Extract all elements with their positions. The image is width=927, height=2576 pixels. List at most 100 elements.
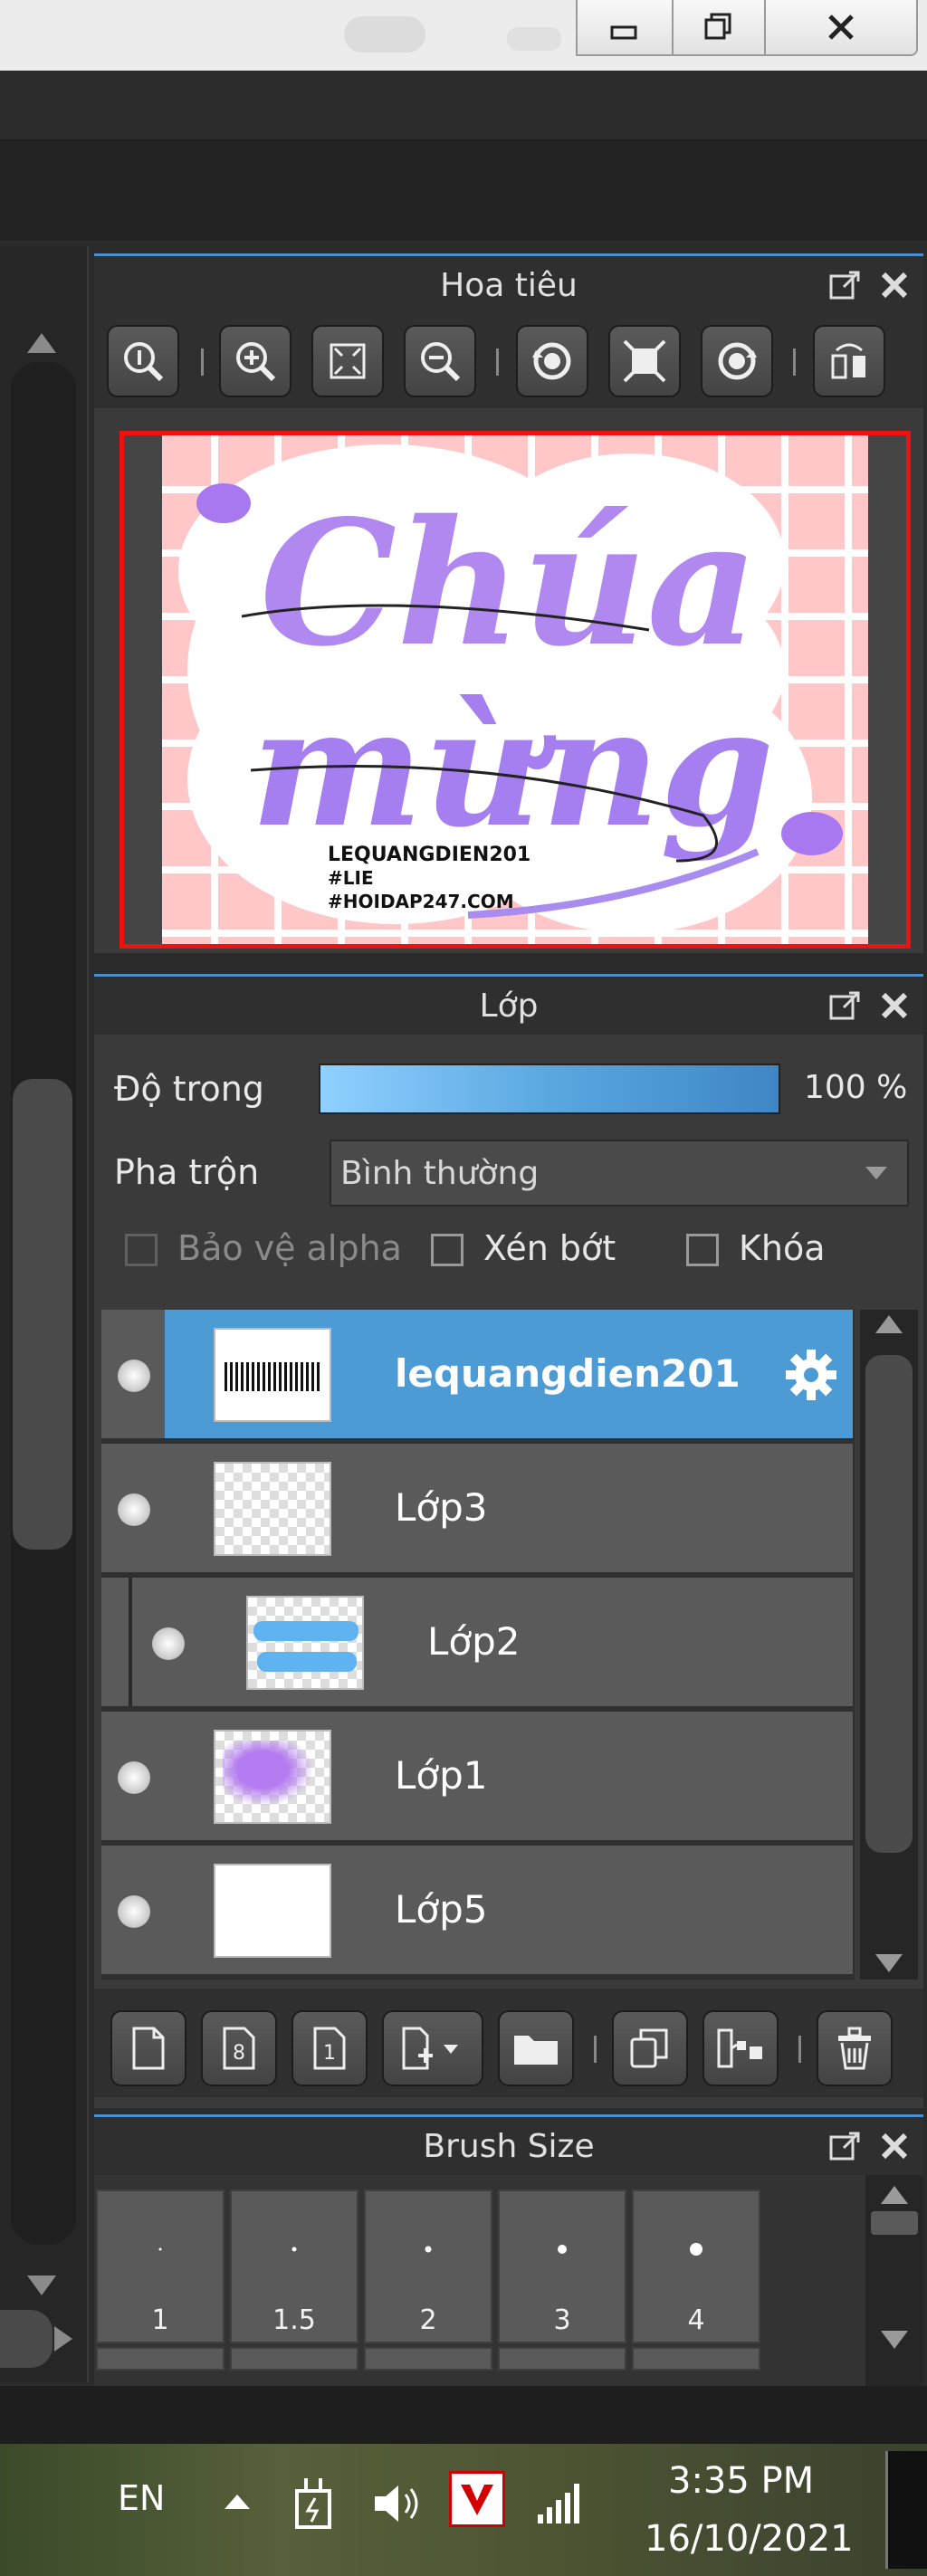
new-8bit-layer-button[interactable]: 8 <box>201 2010 277 2086</box>
clipping-checkbox[interactable] <box>431 1234 464 1266</box>
merge-down-icon <box>717 2028 762 2068</box>
layer-thumbnail <box>214 1864 331 1958</box>
show-desktop-button[interactable] <box>885 2451 927 2569</box>
scroll-right-icon[interactable] <box>54 2326 72 2352</box>
delete-icon <box>838 2027 871 2070</box>
lock-checkbox[interactable] <box>686 1234 719 1266</box>
power-plug-icon[interactable] <box>288 2475 339 2533</box>
merge-down-button[interactable] <box>702 2010 779 2086</box>
layer-scrollbar[interactable] <box>860 1310 918 1980</box>
scroll-down-icon[interactable] <box>875 1954 903 1972</box>
close-panel-icon[interactable] <box>876 987 913 1024</box>
horizontal-scroll-thumb[interactable] <box>0 2310 53 2368</box>
layer-row[interactable]: Lớp1 <box>101 1712 853 1844</box>
zoom-in-button[interactable] <box>219 325 291 397</box>
layer-row[interactable]: Lớp2 <box>101 1578 853 1710</box>
signature-thumb <box>225 1362 322 1391</box>
brush-scrollbar[interactable] <box>865 2175 923 2389</box>
new-folder-icon <box>514 2036 558 2065</box>
duplicate-icon <box>630 2028 668 2068</box>
separator <box>798 2036 801 2063</box>
close-button[interactable] <box>764 0 918 56</box>
volume-icon[interactable] <box>369 2476 427 2531</box>
canvas-preview[interactable]: Chúa mừng LEQUANGDIEN201 #LIE #HOIDAP247… <box>119 431 911 949</box>
blend-label: Pha trộn <box>114 1152 260 1192</box>
brush-size-cell[interactable] <box>96 2347 225 2371</box>
popout-icon[interactable] <box>827 987 864 1024</box>
duplicate-button[interactable] <box>612 2010 688 2086</box>
layer-name: Lớp2 <box>427 1619 521 1664</box>
popout-icon[interactable] <box>827 2128 864 2164</box>
popout-icon[interactable] <box>827 267 864 303</box>
layer-thumbnail <box>214 1328 331 1422</box>
scroll-up-icon[interactable] <box>27 333 56 353</box>
rotate-right-button[interactable] <box>701 325 773 397</box>
new-folder-button[interactable] <box>498 2010 574 2086</box>
brush-size-cell[interactable] <box>498 2347 626 2371</box>
layer-name: lequangdien201 <box>395 1351 741 1396</box>
brush-size-cell[interactable]: 4 <box>632 2190 760 2343</box>
opacity-label: Độ trong <box>114 1069 264 1109</box>
close-panel-icon[interactable] <box>876 2128 913 2164</box>
layer-row[interactable]: Lớp3 <box>101 1444 853 1576</box>
scroll-up-icon[interactable] <box>875 1315 903 1333</box>
restore-icon <box>704 13 731 40</box>
art-title-line1: Chúa <box>260 482 759 684</box>
flip-icon <box>831 343 865 379</box>
blend-mode-value: Bình thường <box>340 1154 540 1192</box>
show-hidden-icon[interactable] <box>225 2495 250 2509</box>
opacity-slider[interactable] <box>319 1064 780 1114</box>
scroll-down-icon[interactable] <box>27 2275 56 2295</box>
blend-mode-select[interactable]: Bình thường <box>330 1140 909 1207</box>
new-1bit-layer-button[interactable]: 1 <box>291 2010 368 2086</box>
close-panel-icon[interactable] <box>876 267 913 303</box>
layer-row[interactable]: lequangdien201 <box>101 1310 853 1442</box>
flip-button[interactable] <box>813 325 885 397</box>
new-layer-button[interactable] <box>110 2010 186 2086</box>
brush-size-cell[interactable]: 3 <box>498 2190 626 2343</box>
brush-size-cell[interactable]: 1 <box>96 2190 225 2343</box>
gear-icon[interactable] <box>782 1346 840 1404</box>
clock-time[interactable]: 3:35 PM <box>668 2460 814 2502</box>
scroll-up-icon[interactable] <box>881 2186 908 2204</box>
eye-icon[interactable] <box>152 1627 185 1660</box>
layer-scroll-thumb[interactable] <box>865 1355 913 1853</box>
antivirus-v-icon[interactable] <box>449 2471 505 2527</box>
clock-date[interactable]: 16/10/2021 <box>645 2518 854 2560</box>
brush-scroll-thumb[interactable] <box>871 2211 918 2235</box>
opacity-value: 100 % <box>804 1069 908 1106</box>
zoom-actual-button[interactable] <box>107 325 179 397</box>
panel-title: Lớp <box>479 987 539 1025</box>
restore-button[interactable] <box>672 0 766 56</box>
zoom-out-button[interactable] <box>404 325 476 397</box>
brush-size-cell[interactable] <box>230 2347 358 2371</box>
close-icon <box>828 14 854 40</box>
thumb-stroke <box>257 1652 357 1672</box>
signal-icon[interactable] <box>536 2480 587 2525</box>
add-layer-menu-button[interactable] <box>382 2010 483 2086</box>
eye-icon[interactable] <box>118 1895 150 1928</box>
rotate-left-icon <box>532 342 571 380</box>
minimize-button[interactable] <box>576 0 674 56</box>
language-indicator[interactable]: EN <box>118 2478 165 2518</box>
eye-icon[interactable] <box>118 1360 150 1392</box>
protect-alpha-checkbox[interactable] <box>125 1234 158 1266</box>
svg-text:8: 8 <box>233 2042 245 2065</box>
scroll-down-icon[interactable] <box>881 2331 908 2349</box>
brush-dot <box>558 2245 567 2254</box>
brush-size-cell[interactable]: 2 <box>364 2190 492 2343</box>
brush-size-cell[interactable] <box>632 2347 760 2371</box>
fit-screen-button[interactable] <box>311 325 384 397</box>
rotate-left-button[interactable] <box>516 325 588 397</box>
delete-layer-button[interactable] <box>817 2010 893 2086</box>
eye-icon[interactable] <box>118 1761 150 1794</box>
brush-size-cell[interactable] <box>364 2347 492 2371</box>
layer-row[interactable]: Lớp5 <box>101 1846 853 1978</box>
left-scroll-thumb[interactable] <box>13 1079 72 1550</box>
reset-view-button[interactable] <box>608 325 681 397</box>
layer-name: Lớp5 <box>395 1887 488 1932</box>
window-controls <box>576 0 920 58</box>
eye-icon[interactable] <box>118 1493 150 1526</box>
brush-size-cell[interactable]: 1.5 <box>230 2190 358 2343</box>
brush-dot <box>425 2246 432 2253</box>
